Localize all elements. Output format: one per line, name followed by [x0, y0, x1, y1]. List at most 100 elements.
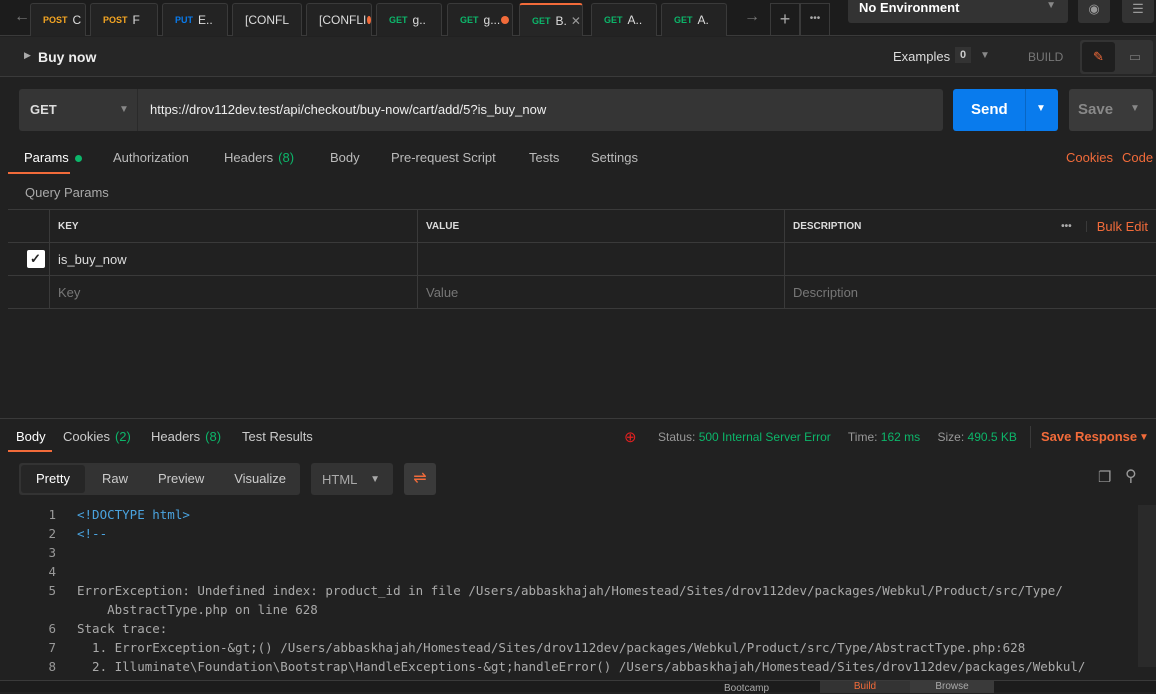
- settings-sliders-icon[interactable]: ☰: [1122, 0, 1154, 23]
- copy-icon[interactable]: ❐: [1098, 468, 1111, 486]
- chevron-down-icon[interactable]: ▼: [1036, 103, 1046, 114]
- close-icon[interactable]: ✕: [571, 14, 581, 28]
- view-pretty[interactable]: Pretty: [21, 465, 85, 493]
- response-tab-cookies[interactable]: Cookies (2): [63, 429, 131, 444]
- forward-arrow-icon[interactable]: →: [744, 8, 760, 26]
- globe-error-icon: ⊕: [624, 429, 637, 446]
- line-text: AbstractType.php on line 628: [77, 602, 318, 617]
- size-value[interactable]: 490.5 KB: [968, 430, 1017, 444]
- browse-mode-button[interactable]: Browse: [910, 681, 994, 693]
- line-number: 3: [48, 545, 56, 560]
- more-tabs-icon[interactable]: •••: [800, 3, 830, 36]
- request-tab[interactable]: POST F: [90, 3, 158, 36]
- unsaved-dot-icon: [367, 16, 371, 24]
- checkbox-checked-icon[interactable]: ✓: [26, 250, 45, 268]
- back-arrow-icon[interactable]: ←: [14, 8, 30, 26]
- chevron-down-icon: ▼: [1046, 0, 1056, 11]
- status-value[interactable]: 500 Internal Server Error: [699, 430, 831, 444]
- size-label: Size:: [937, 430, 965, 444]
- scrollbar[interactable]: [1138, 505, 1156, 667]
- tab-bar: ← POST C POST F PUT E.. [CONFL [CONFLI GET g.. GET…: [0, 0, 1156, 36]
- request-tab[interactable]: GET g..: [376, 3, 442, 36]
- environment-select[interactable]: No Environment ▼: [848, 0, 1068, 23]
- line-number: 1: [48, 507, 56, 522]
- description-header: DESCRIPTION: [793, 220, 862, 232]
- save-button[interactable]: Save ▼: [1069, 89, 1153, 131]
- params-table: KEY VALUE DESCRIPTION ••• Bulk Edit ✓ is…: [8, 209, 1156, 309]
- tab-title: [CONFL: [245, 13, 290, 27]
- tab-title: [CONFLI: [319, 13, 367, 27]
- search-icon[interactable]: ⚲: [1125, 466, 1137, 486]
- tab-label: Cookies: [63, 429, 110, 444]
- line-text: 2. Illuminate\Foundation\Bootstrap\Handl…: [77, 659, 1086, 674]
- tab-label: Headers: [151, 429, 201, 444]
- more-options-icon[interactable]: •••: [1061, 220, 1087, 232]
- tab-body[interactable]: Body: [330, 150, 360, 165]
- save-response-button[interactable]: Save Response: [1041, 429, 1137, 444]
- chevron-down-icon[interactable]: ▼: [980, 50, 990, 61]
- response-tab-body[interactable]: Body: [16, 429, 46, 444]
- eye-icon[interactable]: ◉: [1078, 0, 1110, 23]
- response-body[interactable]: 1 <!DOCTYPE html> 2 <!-- 3 4 5 ErrorException: …: [36, 505, 1085, 676]
- url-input[interactable]: https://drov112dev.test/api/checkout/buy…: [150, 102, 546, 117]
- code-line: 2 <!--: [36, 524, 1085, 543]
- request-tab[interactable]: [CONFL: [232, 3, 302, 36]
- tab-tests[interactable]: Tests: [529, 150, 559, 165]
- tab-label: Params: [24, 150, 69, 165]
- param-description[interactable]: [785, 243, 1156, 275]
- line-text: 1. ErrorException-&gt;() /Users/abbaskha…: [77, 640, 1026, 655]
- code-link[interactable]: Code: [1122, 150, 1153, 165]
- tab-title: g...: [483, 13, 501, 27]
- key-input[interactable]: Key: [50, 276, 418, 308]
- tab-label: Tests: [529, 150, 560, 165]
- cookies-link[interactable]: Cookies: [1066, 150, 1113, 165]
- send-button[interactable]: Send ▼: [953, 89, 1058, 131]
- time-label: Time:: [847, 430, 878, 444]
- chevron-down-icon: ▼: [119, 104, 129, 115]
- comment-icon[interactable]: ▭: [1120, 42, 1150, 72]
- tab-params[interactable]: Params: [24, 150, 82, 165]
- request-tab[interactable]: GET g...: [447, 3, 513, 36]
- status-label: Status:: [658, 430, 696, 444]
- bootcamp-link[interactable]: Bootcamp: [724, 683, 769, 694]
- view-raw[interactable]: Raw: [87, 463, 143, 495]
- time-value[interactable]: 162 ms: [881, 430, 920, 444]
- response-tab-test-results[interactable]: Test Results: [242, 429, 313, 444]
- request-tab[interactable]: PUT E..: [162, 3, 228, 36]
- view-visualize[interactable]: Visualize: [219, 463, 301, 495]
- request-tab[interactable]: GET B. ✕: [519, 3, 583, 36]
- status-bar: Bootcamp Build Browse: [0, 680, 1156, 694]
- tab-title: A..: [627, 13, 643, 27]
- param-key[interactable]: is_buy_now: [50, 243, 418, 275]
- pencil-icon[interactable]: ✎: [1082, 42, 1115, 72]
- wrap-lines-icon[interactable]: ⇌: [404, 463, 436, 495]
- param-value[interactable]: [418, 243, 785, 275]
- request-tab[interactable]: GET A.: [661, 3, 727, 36]
- bulk-edit-link[interactable]: Bulk Edit: [1097, 219, 1148, 234]
- request-tab[interactable]: GET A..: [591, 3, 657, 36]
- request-name[interactable]: Buy now: [38, 49, 96, 65]
- caret-right-icon[interactable]: ▶: [24, 50, 31, 61]
- tab-authorization[interactable]: Authorization: [113, 150, 189, 165]
- value-header: VALUE: [418, 210, 785, 242]
- tab-settings[interactable]: Settings: [591, 150, 638, 165]
- chevron-down-icon[interactable]: ▼: [1130, 103, 1140, 114]
- method-select[interactable]: GET: [30, 102, 57, 117]
- response-tab-headers[interactable]: Headers (8): [151, 429, 221, 444]
- build-mode-button[interactable]: Build: [820, 681, 910, 693]
- view-preview[interactable]: Preview: [143, 463, 219, 495]
- url-bar: GET ▼ https://drov112dev.test/api/checko…: [19, 89, 943, 131]
- chevron-down-icon[interactable]: ▼: [1139, 432, 1149, 443]
- value-input[interactable]: Value: [418, 276, 785, 308]
- examples-label[interactable]: Examples: [893, 49, 950, 64]
- request-tab[interactable]: [CONFLI: [306, 3, 372, 36]
- new-tab-button[interactable]: +: [770, 3, 800, 36]
- tab-headers[interactable]: Headers (8): [224, 150, 294, 165]
- request-tab[interactable]: POST C: [30, 3, 86, 36]
- method-badge: GET: [389, 15, 408, 25]
- description-input[interactable]: Description: [785, 276, 1156, 308]
- line-number: 6: [48, 621, 56, 636]
- format-select[interactable]: HTML ▼: [311, 463, 393, 495]
- tab-pre-request-script[interactable]: Pre-request Script: [391, 150, 496, 165]
- request-header: ▶ Buy now Examples 0 ▼ BUILD ✎ ▭: [0, 37, 1156, 77]
